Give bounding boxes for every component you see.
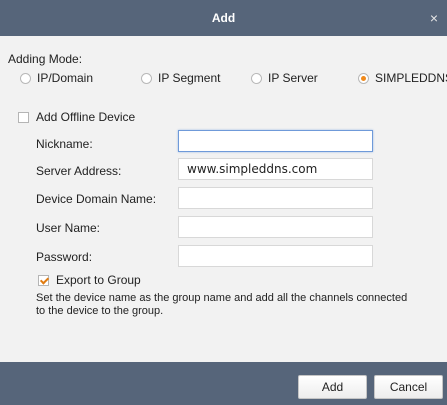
add-device-dialog: Add × Adding Mode: IP/Domain IP Segment … [0,0,447,405]
radio-button-icon [141,72,152,84]
radio-button-selected-icon [358,72,369,84]
cancel-button[interactable]: Cancel [374,375,443,399]
user-name-input[interactable] [178,216,373,238]
radio-simpleddns[interactable]: SIMPLEDDNS [358,71,447,85]
password-label: Password: [36,250,93,264]
password-input[interactable] [178,245,373,267]
radio-label: IP/Domain [37,71,94,85]
export-to-group-checkbox[interactable]: Export to Group [38,273,141,287]
radio-button-icon [20,72,31,84]
close-icon[interactable]: × [427,0,441,36]
dialog-title: Add [211,11,236,25]
export-description: Set the device name as the group name an… [36,292,408,317]
add-button[interactable]: Add [298,375,367,399]
radio-button-icon [251,72,262,84]
nickname-label: Nickname: [36,137,93,151]
dialog-titlebar: Add × [0,0,447,36]
checkbox-label: Add Offline Device [36,110,136,124]
radio-label: SIMPLEDDNS [375,71,447,85]
radio-ip-segment[interactable]: IP Segment [141,71,220,85]
server-address-label: Server Address: [36,164,122,178]
radio-ip-domain[interactable]: IP/Domain [20,71,93,85]
checkbox-icon [18,111,29,123]
radio-label: IP Segment [158,71,221,85]
device-domain-name-input[interactable] [178,187,373,209]
add-offline-device-checkbox[interactable]: Add Offline Device [18,110,135,124]
server-address-input[interactable] [178,158,373,180]
nickname-input[interactable] [178,130,373,152]
radio-label: IP Server [268,71,318,85]
radio-ip-server[interactable]: IP Server [251,71,318,85]
device-domain-name-label: Device Domain Name: [36,192,157,206]
checkbox-checked-icon [38,274,49,286]
user-name-label: User Name: [36,221,101,235]
adding-mode-label: Adding Mode: [8,52,83,66]
checkbox-label: Export to Group [56,273,141,287]
